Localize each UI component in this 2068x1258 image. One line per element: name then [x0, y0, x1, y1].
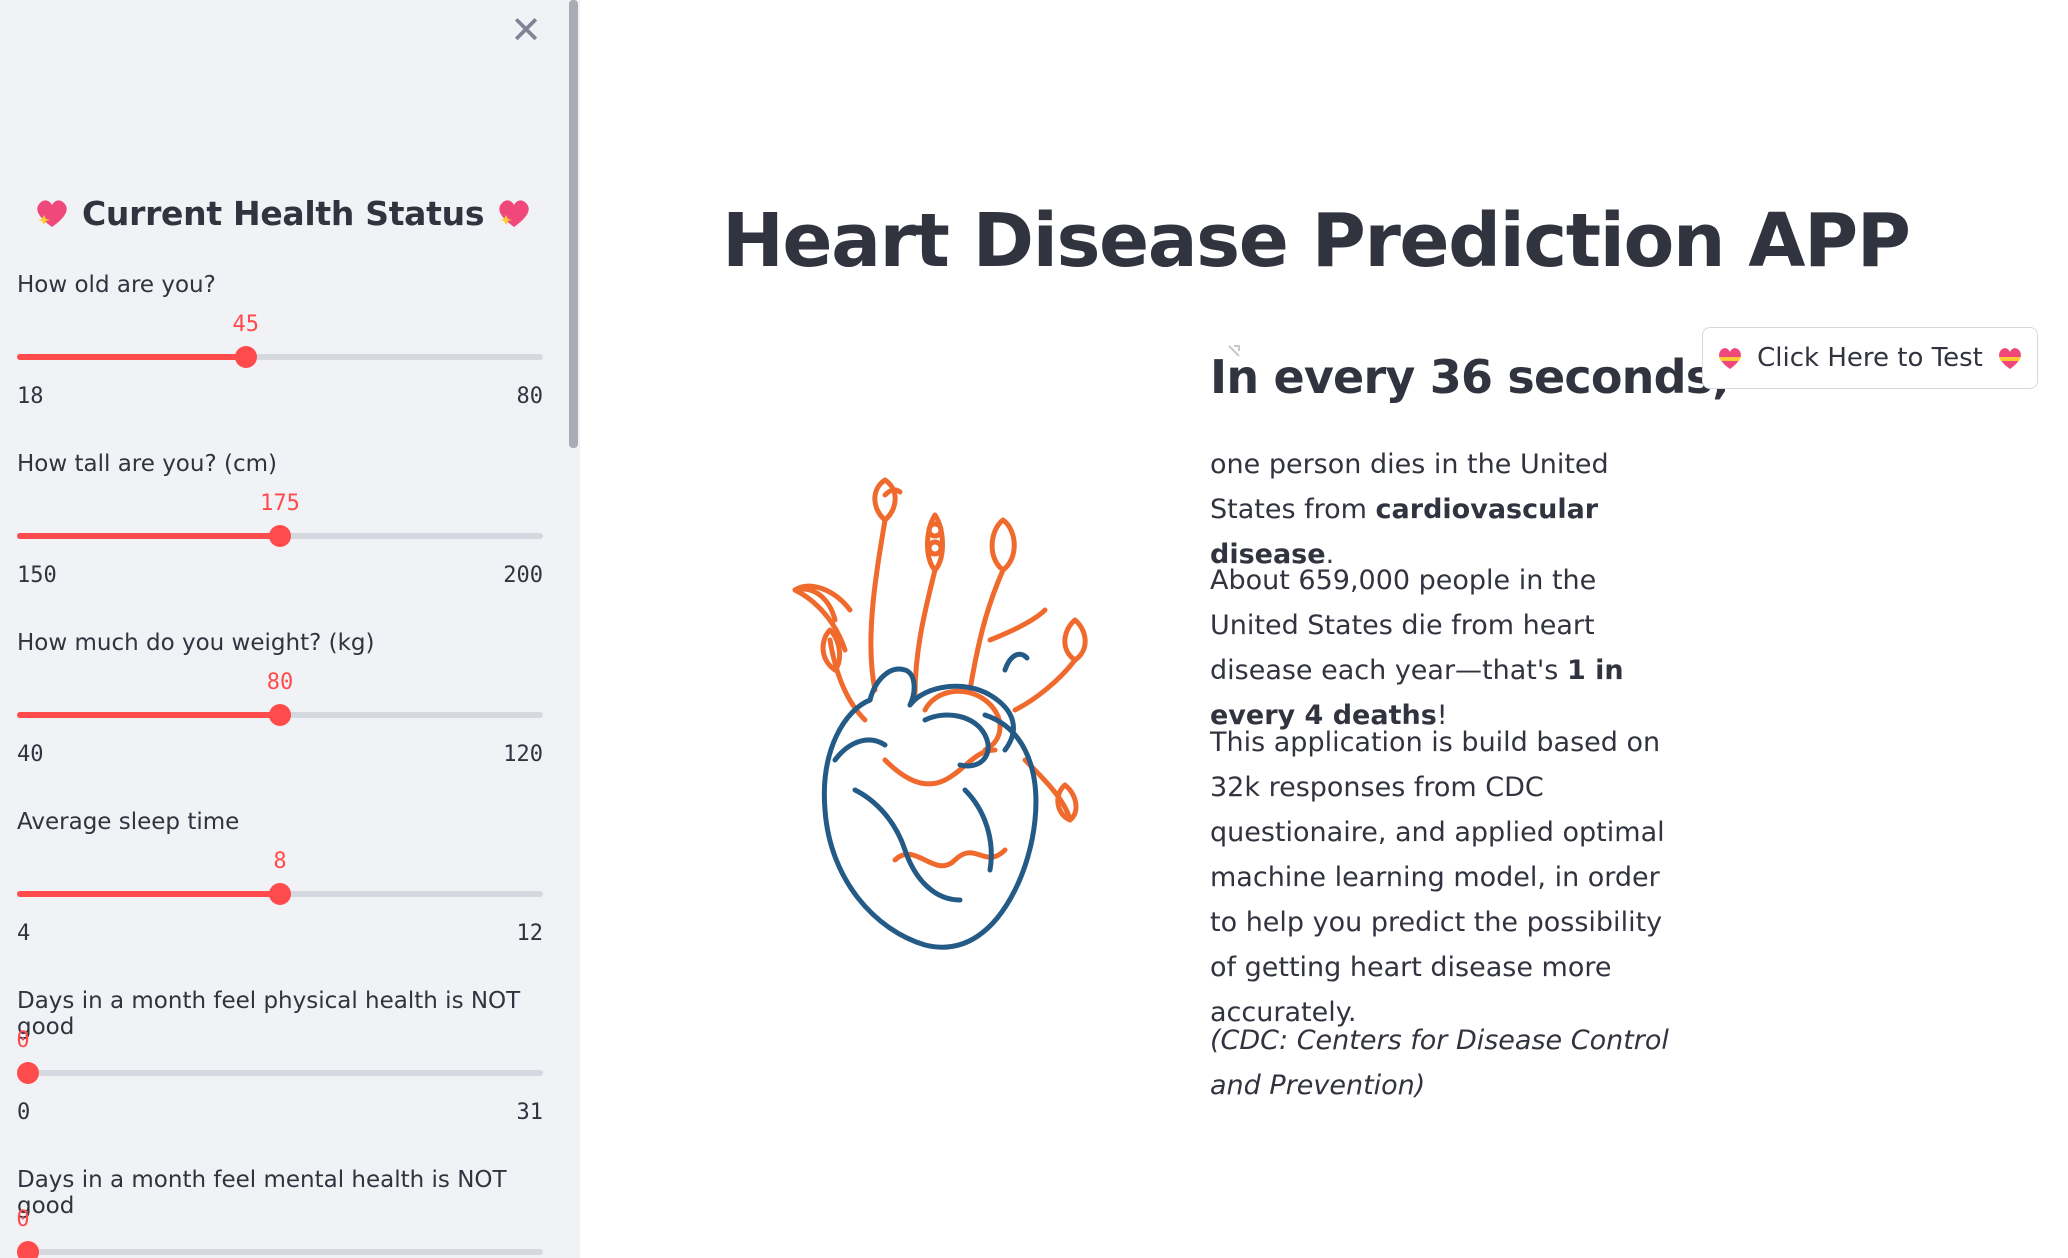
- slider-label: Days in a month feel physical health is …: [17, 988, 521, 1040]
- heart-illustration: [792, 477, 1088, 950]
- slider-value: 175: [260, 491, 300, 516]
- statistics-text: About 659,000 people in the United State…: [1210, 565, 1597, 686]
- slider-min: 40: [17, 742, 44, 767]
- slider-min: 4: [17, 921, 31, 946]
- slider-value: 80: [266, 670, 294, 695]
- heart-ribbon-icon: [1998, 348, 2021, 369]
- slider-thumb[interactable]: [234, 346, 257, 368]
- slider-min: 0: [17, 1100, 31, 1125]
- slider-max: 80: [516, 384, 544, 409]
- close-icon[interactable]: ✕: [508, 11, 544, 49]
- slider-max: 200: [503, 563, 543, 588]
- intro-paragraph: one person dies in the United States fro…: [1210, 442, 1680, 577]
- slider-block: Days in a month feel physical health is …: [16, 988, 544, 1138]
- sidebar-title: Current Health Status: [82, 193, 485, 233]
- slider-thumb[interactable]: [17, 1062, 39, 1084]
- slider-thumb[interactable]: [269, 525, 291, 547]
- slider-fill: [17, 712, 280, 718]
- slider-block: How old are you? 45 18 80: [17, 272, 543, 422]
- cdc-note: (CDC: Centers for Disease Control and Pr…: [1210, 1018, 1680, 1108]
- slider-block: How tall are you? (cm) 175 150 200: [17, 451, 543, 601]
- sparkling-heart-icon: [494, 193, 534, 233]
- slider-track[interactable]: [17, 883, 543, 905]
- slider-fill: [17, 354, 246, 360]
- cdc-note-text: (CDC: Centers for Disease Control and Pr…: [1210, 1025, 1669, 1101]
- slider-block: Days in a month feel mental health is NO…: [16, 1167, 543, 1258]
- slider-min: 150: [17, 563, 57, 588]
- lead-heading: In every 36 seconds,: [1210, 350, 1730, 404]
- sidebar-header: Current Health Status: [22, 188, 544, 238]
- slider-label: How much do you weight? (kg): [17, 630, 375, 656]
- slider-track[interactable]: [17, 1062, 543, 1084]
- slider-thumb[interactable]: [17, 1241, 39, 1258]
- test-button[interactable]: Click Here to Test: [1702, 327, 2038, 389]
- slider-max: 12: [516, 921, 544, 946]
- sidebar: ✕ Current Health Status How old are you?…: [0, 0, 580, 1258]
- slider-value: 8: [273, 849, 287, 874]
- slider-thumb[interactable]: [269, 883, 291, 905]
- slider-value: 45: [232, 312, 260, 337]
- slider-track[interactable]: [17, 704, 543, 726]
- slider-track[interactable]: [17, 1241, 543, 1258]
- slider-label: How tall are you? (cm): [17, 451, 277, 477]
- slider-max: 31: [516, 1100, 544, 1125]
- slider-block: Average sleep time 8 4 12: [17, 809, 543, 959]
- sparkling-heart-icon: [32, 193, 72, 233]
- heart-ribbon-icon: [1719, 348, 1742, 369]
- slider-fill: [17, 533, 280, 539]
- slider-min: 18: [17, 384, 44, 409]
- sidebar-scrollbar[interactable]: [569, 0, 578, 448]
- slider-block: How much do you weight? (kg) 80 40 120: [17, 630, 543, 780]
- slider-track[interactable]: [17, 525, 543, 547]
- slider-label: Days in a month feel mental health is NO…: [17, 1167, 507, 1219]
- slider-thumb[interactable]: [269, 704, 291, 726]
- test-button-label: Click Here to Test: [1757, 343, 1983, 373]
- slider-label: Average sleep time: [17, 809, 240, 835]
- slider-track[interactable]: [17, 346, 543, 368]
- slider-fill: [17, 891, 280, 897]
- slider-value: 0: [16, 1207, 30, 1232]
- description-paragraph: This application is build based on 32k r…: [1210, 727, 1665, 1028]
- page-title: Heart Disease Prediction APP: [722, 198, 1911, 284]
- slider-value: 0: [16, 1028, 30, 1053]
- slider-label: How old are you?: [17, 272, 216, 298]
- statistics-paragraph: About 659,000 people in the United State…: [1210, 558, 1680, 738]
- slider-max: 120: [503, 742, 543, 767]
